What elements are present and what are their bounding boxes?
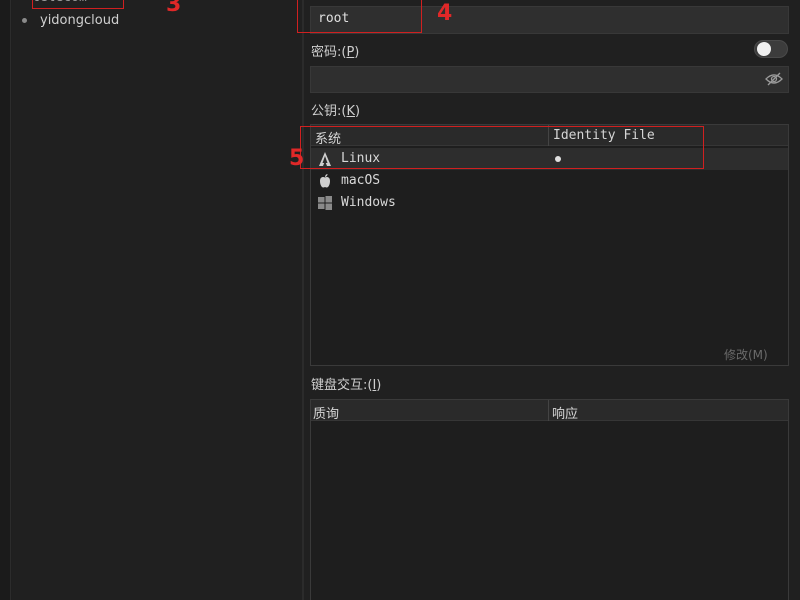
windows-icon [318,196,332,210]
password-label: 密码:(P) [311,45,360,60]
modify-button[interactable]: 修改(M) [724,346,768,363]
annotation-box-5 [300,126,704,169]
bullet-icon [22,17,27,23]
tree-item-label: yidongcloud [40,12,120,28]
annotation-number-3: 3 [166,0,182,17]
keyboard-interactive-table: 质询 响应 [310,399,789,600]
annotation-box-4 [297,0,422,33]
apple-icon [320,174,330,188]
session-tree-panel [12,0,302,600]
keyboard-interactive-label: 键盘交互:(I) [311,378,382,393]
column-separator[interactable] [548,400,549,421]
tree-item-yidongcloud[interactable]: yidongcloud [22,11,119,29]
column-header-challenge[interactable]: 质询 [313,403,339,422]
password-input[interactable] [310,66,789,93]
toggle-knob [757,42,771,56]
annotation-box-3 [32,0,124,9]
column-header-response[interactable]: 响应 [552,403,578,422]
public-key-label: 公钥:(K) [311,104,361,119]
eye-slash-icon[interactable] [765,72,783,86]
table-row[interactable]: Windows [311,192,788,214]
password-toggle[interactable] [754,40,788,58]
annotation-number-4: 4 [437,1,453,26]
os-name: macOS [341,173,381,188]
table-header: 质询 响应 [311,400,788,422]
annotation-number-5: 5 [289,146,305,171]
os-name: Windows [341,195,396,210]
table-row[interactable]: macOS [311,170,788,192]
window-left-edge [0,0,11,600]
